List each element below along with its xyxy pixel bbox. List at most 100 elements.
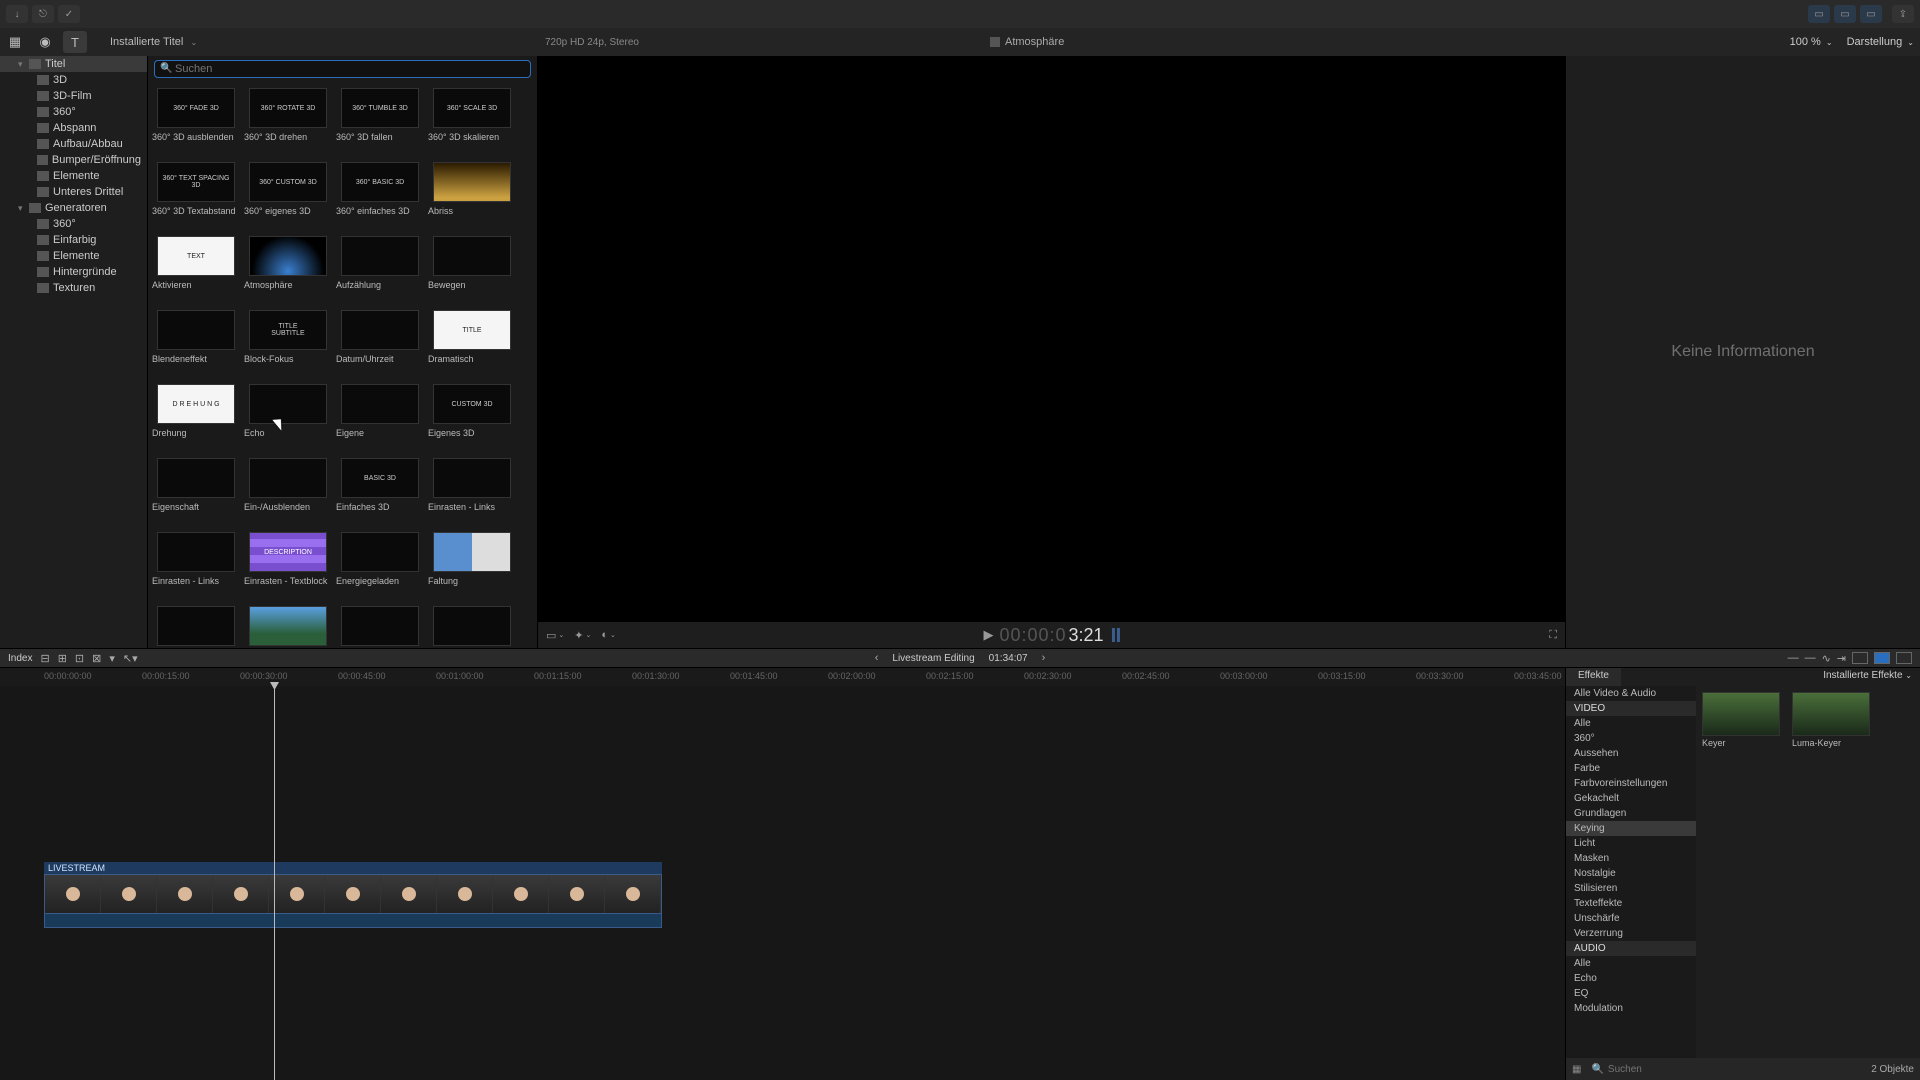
timeline-body[interactable]: LIVESTREAM bbox=[0, 686, 1565, 1080]
effects-category[interactable]: Alle bbox=[1566, 716, 1696, 731]
share-button[interactable]: ⇪ bbox=[1892, 5, 1914, 23]
effects-category[interactable]: Keying bbox=[1566, 821, 1696, 836]
title-thumbnail[interactable]: 360° BASIC 3D360° einfaches 3D bbox=[336, 162, 424, 228]
title-thumbnail[interactable]: BASIC 3DEinfaches 3D bbox=[336, 458, 424, 524]
effects-category[interactable]: Unschärfe bbox=[1566, 911, 1696, 926]
tool-button[interactable]: ⎋ bbox=[32, 5, 54, 23]
effects-category[interactable]: 360° bbox=[1566, 731, 1696, 746]
effect-thumbnail[interactable]: Keyer bbox=[1702, 692, 1784, 748]
effects-browser-button[interactable] bbox=[1874, 652, 1890, 664]
sidebar-item[interactable]: 3D bbox=[0, 72, 147, 88]
title-thumbnail[interactable] bbox=[428, 606, 516, 648]
append-clip-icon[interactable]: ⊡ bbox=[75, 652, 84, 665]
title-thumbnail[interactable]: 360° SCALE 3D360° 3D skalieren bbox=[428, 88, 516, 154]
title-thumbnail[interactable]: Eigenschaft bbox=[152, 458, 240, 524]
title-thumbnail[interactable]: 360° ROTATE 3D360° 3D drehen bbox=[244, 88, 332, 154]
transform-menu[interactable]: ▭⌄ bbox=[546, 629, 564, 642]
sidebar-item[interactable]: Aufbau/Abbau bbox=[0, 136, 147, 152]
effects-category[interactable]: Echo bbox=[1566, 971, 1696, 986]
import-button[interactable]: ↓ bbox=[6, 5, 28, 23]
sidebar-item[interactable]: 3D-Film bbox=[0, 88, 147, 104]
clip-appearance-button[interactable] bbox=[1852, 652, 1868, 664]
arrow-tool-icon[interactable]: ↖︎▾ bbox=[123, 652, 138, 665]
clip-filmstrip[interactable] bbox=[44, 874, 662, 914]
title-thumbnail[interactable] bbox=[336, 606, 424, 648]
sidebar-item[interactable]: 360° bbox=[0, 104, 147, 120]
title-thumbnail[interactable]: Energiegeladen bbox=[336, 532, 424, 598]
effects-category[interactable]: Masken bbox=[1566, 851, 1696, 866]
effects-search-input[interactable] bbox=[1608, 1064, 1708, 1075]
sidebar-item[interactable]: 360° bbox=[0, 216, 147, 232]
title-thumbnail[interactable]: Abriss bbox=[428, 162, 516, 228]
title-thumbnail[interactable]: TITLEDramatisch bbox=[428, 310, 516, 376]
audio-skimming-icon[interactable]: ― bbox=[1805, 652, 1816, 664]
zoom-menu[interactable]: 100 % ⌄ bbox=[1790, 36, 1833, 48]
tools-menu[interactable]: ▾ bbox=[109, 652, 115, 665]
library-icon[interactable]: ▦ bbox=[3, 31, 27, 53]
sidebar-item[interactable]: Elemente bbox=[0, 248, 147, 264]
effects-category[interactable]: Licht bbox=[1566, 836, 1696, 851]
layout-browser-button[interactable]: ▭ bbox=[1808, 5, 1830, 23]
title-thumbnail[interactable]: Echo bbox=[244, 384, 332, 450]
play-button[interactable]: ▶ bbox=[983, 627, 993, 643]
title-thumbnail[interactable]: 360° FADE 3D360° 3D ausblenden bbox=[152, 88, 240, 154]
title-thumbnail[interactable]: DESCRIPTIONEinrasten - Textblock bbox=[244, 532, 332, 598]
title-thumbnail[interactable] bbox=[244, 606, 332, 648]
title-thumbnail[interactable]: Eigene bbox=[336, 384, 424, 450]
playhead[interactable] bbox=[274, 686, 275, 1080]
sidebar-item[interactable]: Hintergründe bbox=[0, 264, 147, 280]
sidebar-item[interactable]: Bumper/Eröffnung bbox=[0, 152, 147, 168]
title-thumbnail[interactable]: Einrasten - Links bbox=[152, 532, 240, 598]
viewer-canvas[interactable] bbox=[538, 56, 1565, 622]
effects-category[interactable]: EQ bbox=[1566, 986, 1696, 1001]
title-thumbnail[interactable]: Bewegen bbox=[428, 236, 516, 302]
retime-menu[interactable]: ◐⌄ bbox=[601, 629, 616, 641]
tab-installed-effects[interactable]: Installierte Effekte ⌄ bbox=[1815, 668, 1920, 686]
sidebar-item[interactable]: ▾Generatoren bbox=[0, 200, 147, 216]
timeline[interactable]: 00:00:00:0000:00:15:0000:00:30:0000:00:4… bbox=[0, 668, 1565, 1080]
title-thumbnail[interactable]: D R E H U N GDrehung bbox=[152, 384, 240, 450]
search-input[interactable] bbox=[154, 60, 531, 78]
layout-timeline-button[interactable]: ▭ bbox=[1834, 5, 1856, 23]
sidebar-item[interactable]: ▾Titel bbox=[0, 56, 147, 72]
view-menu[interactable]: Darstellung ⌄ bbox=[1847, 36, 1914, 48]
insert-clip-icon[interactable]: ⊞ bbox=[58, 652, 67, 665]
enhance-menu[interactable]: ✦⌄ bbox=[574, 629, 591, 642]
effects-category[interactable]: Texteffekte bbox=[1566, 896, 1696, 911]
snapping-icon[interactable]: ⇥ bbox=[1837, 652, 1846, 665]
tab-effects[interactable]: Effekte bbox=[1566, 668, 1621, 686]
title-thumbnail[interactable]: Ein-/Ausblenden bbox=[244, 458, 332, 524]
title-thumbnail[interactable]: Datum/Uhrzeit bbox=[336, 310, 424, 376]
effects-category[interactable]: Alle Video & Audio bbox=[1566, 686, 1696, 701]
title-thumbnail[interactable]: Aufzählung bbox=[336, 236, 424, 302]
effects-category[interactable]: Nostalgie bbox=[1566, 866, 1696, 881]
skimming-icon[interactable]: ― bbox=[1788, 652, 1799, 664]
timeline-ruler[interactable]: 00:00:00:0000:00:15:0000:00:30:0000:00:4… bbox=[0, 668, 1565, 686]
sidebar-item[interactable]: Unteres Drittel bbox=[0, 184, 147, 200]
sidebar-item[interactable]: Abspann bbox=[0, 120, 147, 136]
fullscreen-button[interactable]: ⛶ bbox=[1549, 629, 1557, 642]
title-thumbnail[interactable]: TITLESUBTITLEBlock-Fokus bbox=[244, 310, 332, 376]
effects-category[interactable]: Alle bbox=[1566, 956, 1696, 971]
breadcrumb[interactable]: Installierte Titel ⌄ bbox=[110, 36, 197, 48]
effects-grid-icon[interactable]: ▦ bbox=[1572, 1064, 1581, 1075]
next-edit-icon[interactable]: › bbox=[1042, 652, 1046, 664]
effects-category[interactable]: Farbvoreinstellungen bbox=[1566, 776, 1696, 791]
transitions-browser-button[interactable] bbox=[1896, 652, 1912, 664]
effects-category[interactable]: Grundlagen bbox=[1566, 806, 1696, 821]
photos-icon[interactable]: ◉ bbox=[33, 31, 57, 53]
prev-edit-icon[interactable]: ‹ bbox=[875, 652, 879, 664]
title-thumbnail[interactable]: Faltung bbox=[428, 532, 516, 598]
titles-generators-icon[interactable]: T bbox=[63, 31, 87, 53]
solo-icon[interactable]: ∿ bbox=[1822, 652, 1831, 665]
effects-category[interactable]: Gekachelt bbox=[1566, 791, 1696, 806]
effects-category[interactable]: Farbe bbox=[1566, 761, 1696, 776]
title-thumbnail[interactable]: 360° TUMBLE 3D360° 3D fallen bbox=[336, 88, 424, 154]
effects-category[interactable]: Aussehen bbox=[1566, 746, 1696, 761]
sidebar-item[interactable]: Elemente bbox=[0, 168, 147, 184]
effects-category[interactable]: Stilisieren bbox=[1566, 881, 1696, 896]
connect-clip-icon[interactable]: ⊟ bbox=[40, 652, 49, 665]
title-thumbnail[interactable]: CUSTOM 3DEigenes 3D bbox=[428, 384, 516, 450]
background-tasks-button[interactable]: ✓ bbox=[58, 5, 80, 23]
title-thumbnail[interactable]: Blendeneffekt bbox=[152, 310, 240, 376]
